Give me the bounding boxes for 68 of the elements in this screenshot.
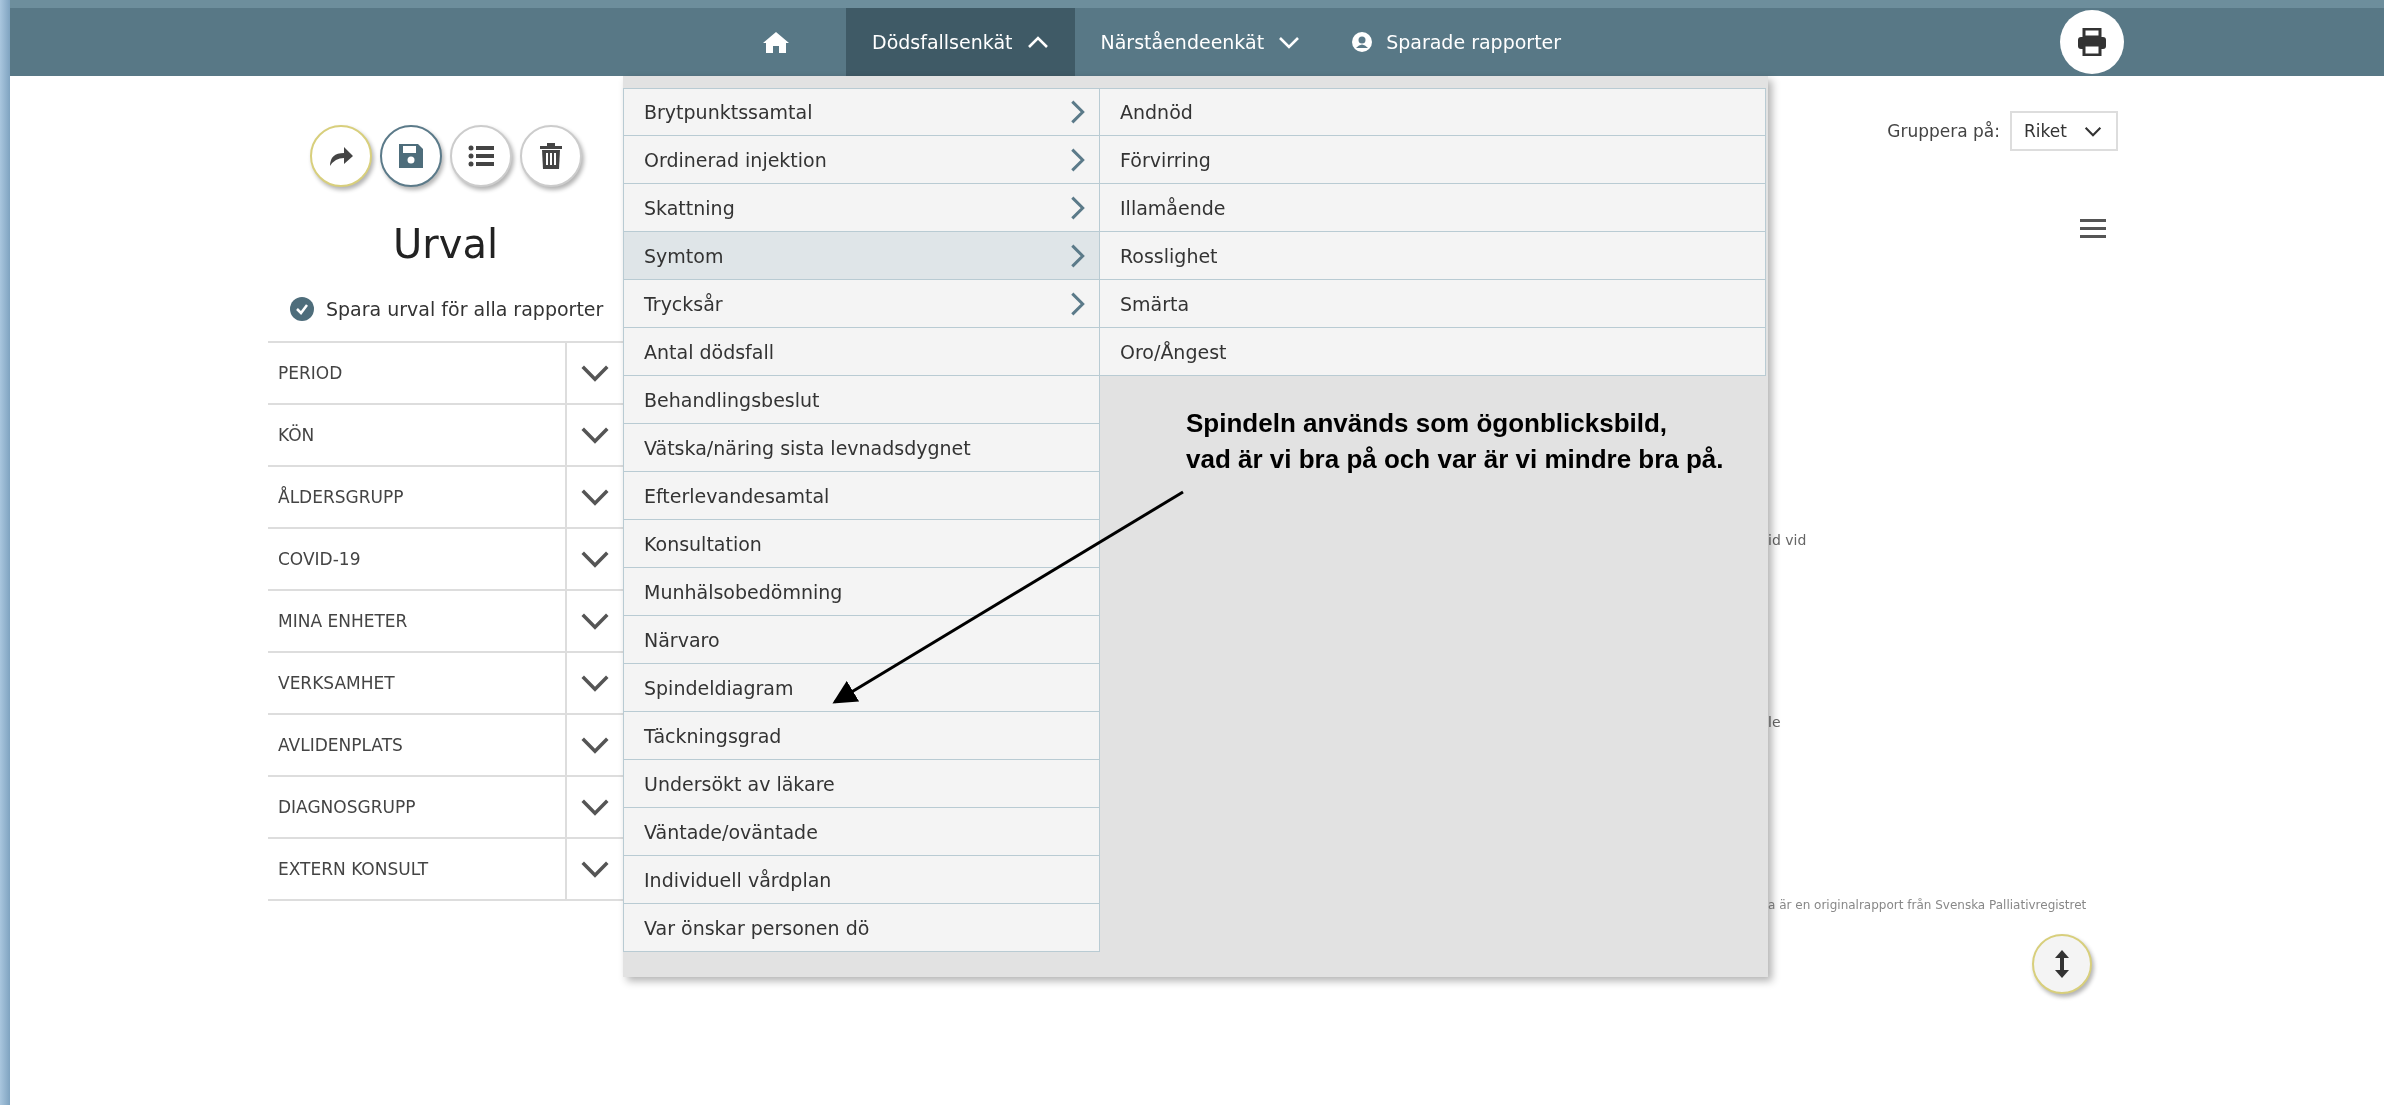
report-text: a är en originalrapport från Svenska Palliativregistret: [1768, 898, 2087, 912]
list-icon: [467, 145, 494, 167]
submenu-item[interactable]: Smärta: [1100, 280, 1766, 328]
menu-item[interactable]: Väntade/oväntade: [623, 808, 1100, 856]
delete-button[interactable]: [519, 125, 582, 187]
chevron-icon: [1070, 99, 1085, 125]
submenu-item[interactable]: Rosslighet: [1100, 232, 1766, 280]
redo-button[interactable]: [309, 125, 372, 187]
chevron-icon: [580, 550, 610, 568]
chevron-icon: [580, 674, 610, 692]
list-button[interactable]: [449, 125, 512, 187]
chevron-icon: [2084, 125, 2102, 137]
menu-item[interactable]: Symtom: [623, 232, 1100, 280]
chevron-icon: [580, 860, 610, 878]
report-text: id vid: [1768, 532, 1807, 548]
menu-item[interactable]: Spindeldiagram: [623, 664, 1100, 712]
printer-icon: [2077, 28, 2107, 56]
save-selection-checkbox[interactable]: Spara urval för alla rapporter: [290, 297, 623, 321]
menu-item[interactable]: Var önskar personen dö: [623, 904, 1100, 952]
chevron-icon: [580, 364, 610, 382]
submenu-item[interactable]: Illamående: [1100, 184, 1766, 232]
menu-item[interactable]: Vätska/näring sista levnadsdygnet: [623, 424, 1100, 472]
menu-item[interactable]: Trycksår: [623, 280, 1100, 328]
chevron-icon: [1278, 35, 1301, 49]
group-by-label: Gruppera på:: [1887, 121, 2000, 141]
save-icon: [397, 143, 424, 169]
menu-item[interactable]: Konsultation: [623, 520, 1100, 568]
checkmark-icon: [295, 303, 309, 315]
menu-item[interactable]: Brytpunktssamtal: [623, 88, 1100, 136]
group-by-dropdown[interactable]: Riket: [2010, 111, 2118, 151]
menu-item[interactable]: Skattning: [623, 184, 1100, 232]
menu-item[interactable]: Undersökt av läkare: [623, 760, 1100, 808]
chevron-icon: [1070, 242, 1085, 269]
submenu-item[interactable]: Oro/Ångest: [1100, 328, 1766, 376]
user-icon: [1352, 32, 1373, 52]
chevron-icon: [1070, 194, 1085, 221]
chevron-icon: [580, 736, 610, 754]
checkbox[interactable]: [290, 297, 314, 321]
chevron-icon: [580, 798, 610, 816]
panel-title: Urval: [392, 221, 499, 267]
nav-tab[interactable]: Dödsfallsenkät: [846, 8, 1075, 76]
nav-tab[interactable]: Sparade rapporter: [1326, 8, 1588, 76]
chevron-icon: [580, 612, 610, 630]
trash-icon: [539, 143, 562, 169]
menu-item[interactable]: Närvaro: [623, 616, 1100, 664]
save-button[interactable]: [379, 125, 442, 187]
chevron-icon: [1070, 290, 1085, 317]
chevron-icon: [580, 426, 610, 444]
annotation-text: Spindeln används som ögonblicksbild, vad är vi bra på och var är vi mindre bra på.: [1186, 407, 1724, 476]
menu-item[interactable]: Antal dödsfall: [623, 328, 1100, 376]
submenu-item[interactable]: Förvirring: [1100, 136, 1766, 184]
menu-item[interactable]: Efterlevandesamtal: [623, 472, 1100, 520]
menu-item[interactable]: Behandlingsbeslut: [623, 376, 1100, 424]
menu-item[interactable]: Munhälsobedömning: [623, 568, 1100, 616]
submenu-item[interactable]: Andnöd: [1100, 88, 1766, 136]
redo-arrow-icon: [327, 145, 354, 167]
menu-icon: [2080, 219, 2106, 239]
menu-item[interactable]: Täckningsgrad: [623, 712, 1100, 760]
vertical-arrows-icon: [2055, 950, 2069, 978]
report-text: le: [1768, 714, 1781, 730]
home-icon: [762, 30, 790, 54]
resize-button[interactable]: [2032, 934, 2092, 994]
chevron-icon: [1026, 35, 1049, 49]
menu-item[interactable]: Individuell vårdplan: [623, 856, 1100, 904]
nav-tab[interactable]: Närståendeenkät: [1074, 8, 1327, 76]
chevron-icon: [580, 488, 610, 506]
menu-item[interactable]: Ordinerad injektion: [623, 136, 1100, 184]
chevron-icon: [1070, 146, 1085, 173]
